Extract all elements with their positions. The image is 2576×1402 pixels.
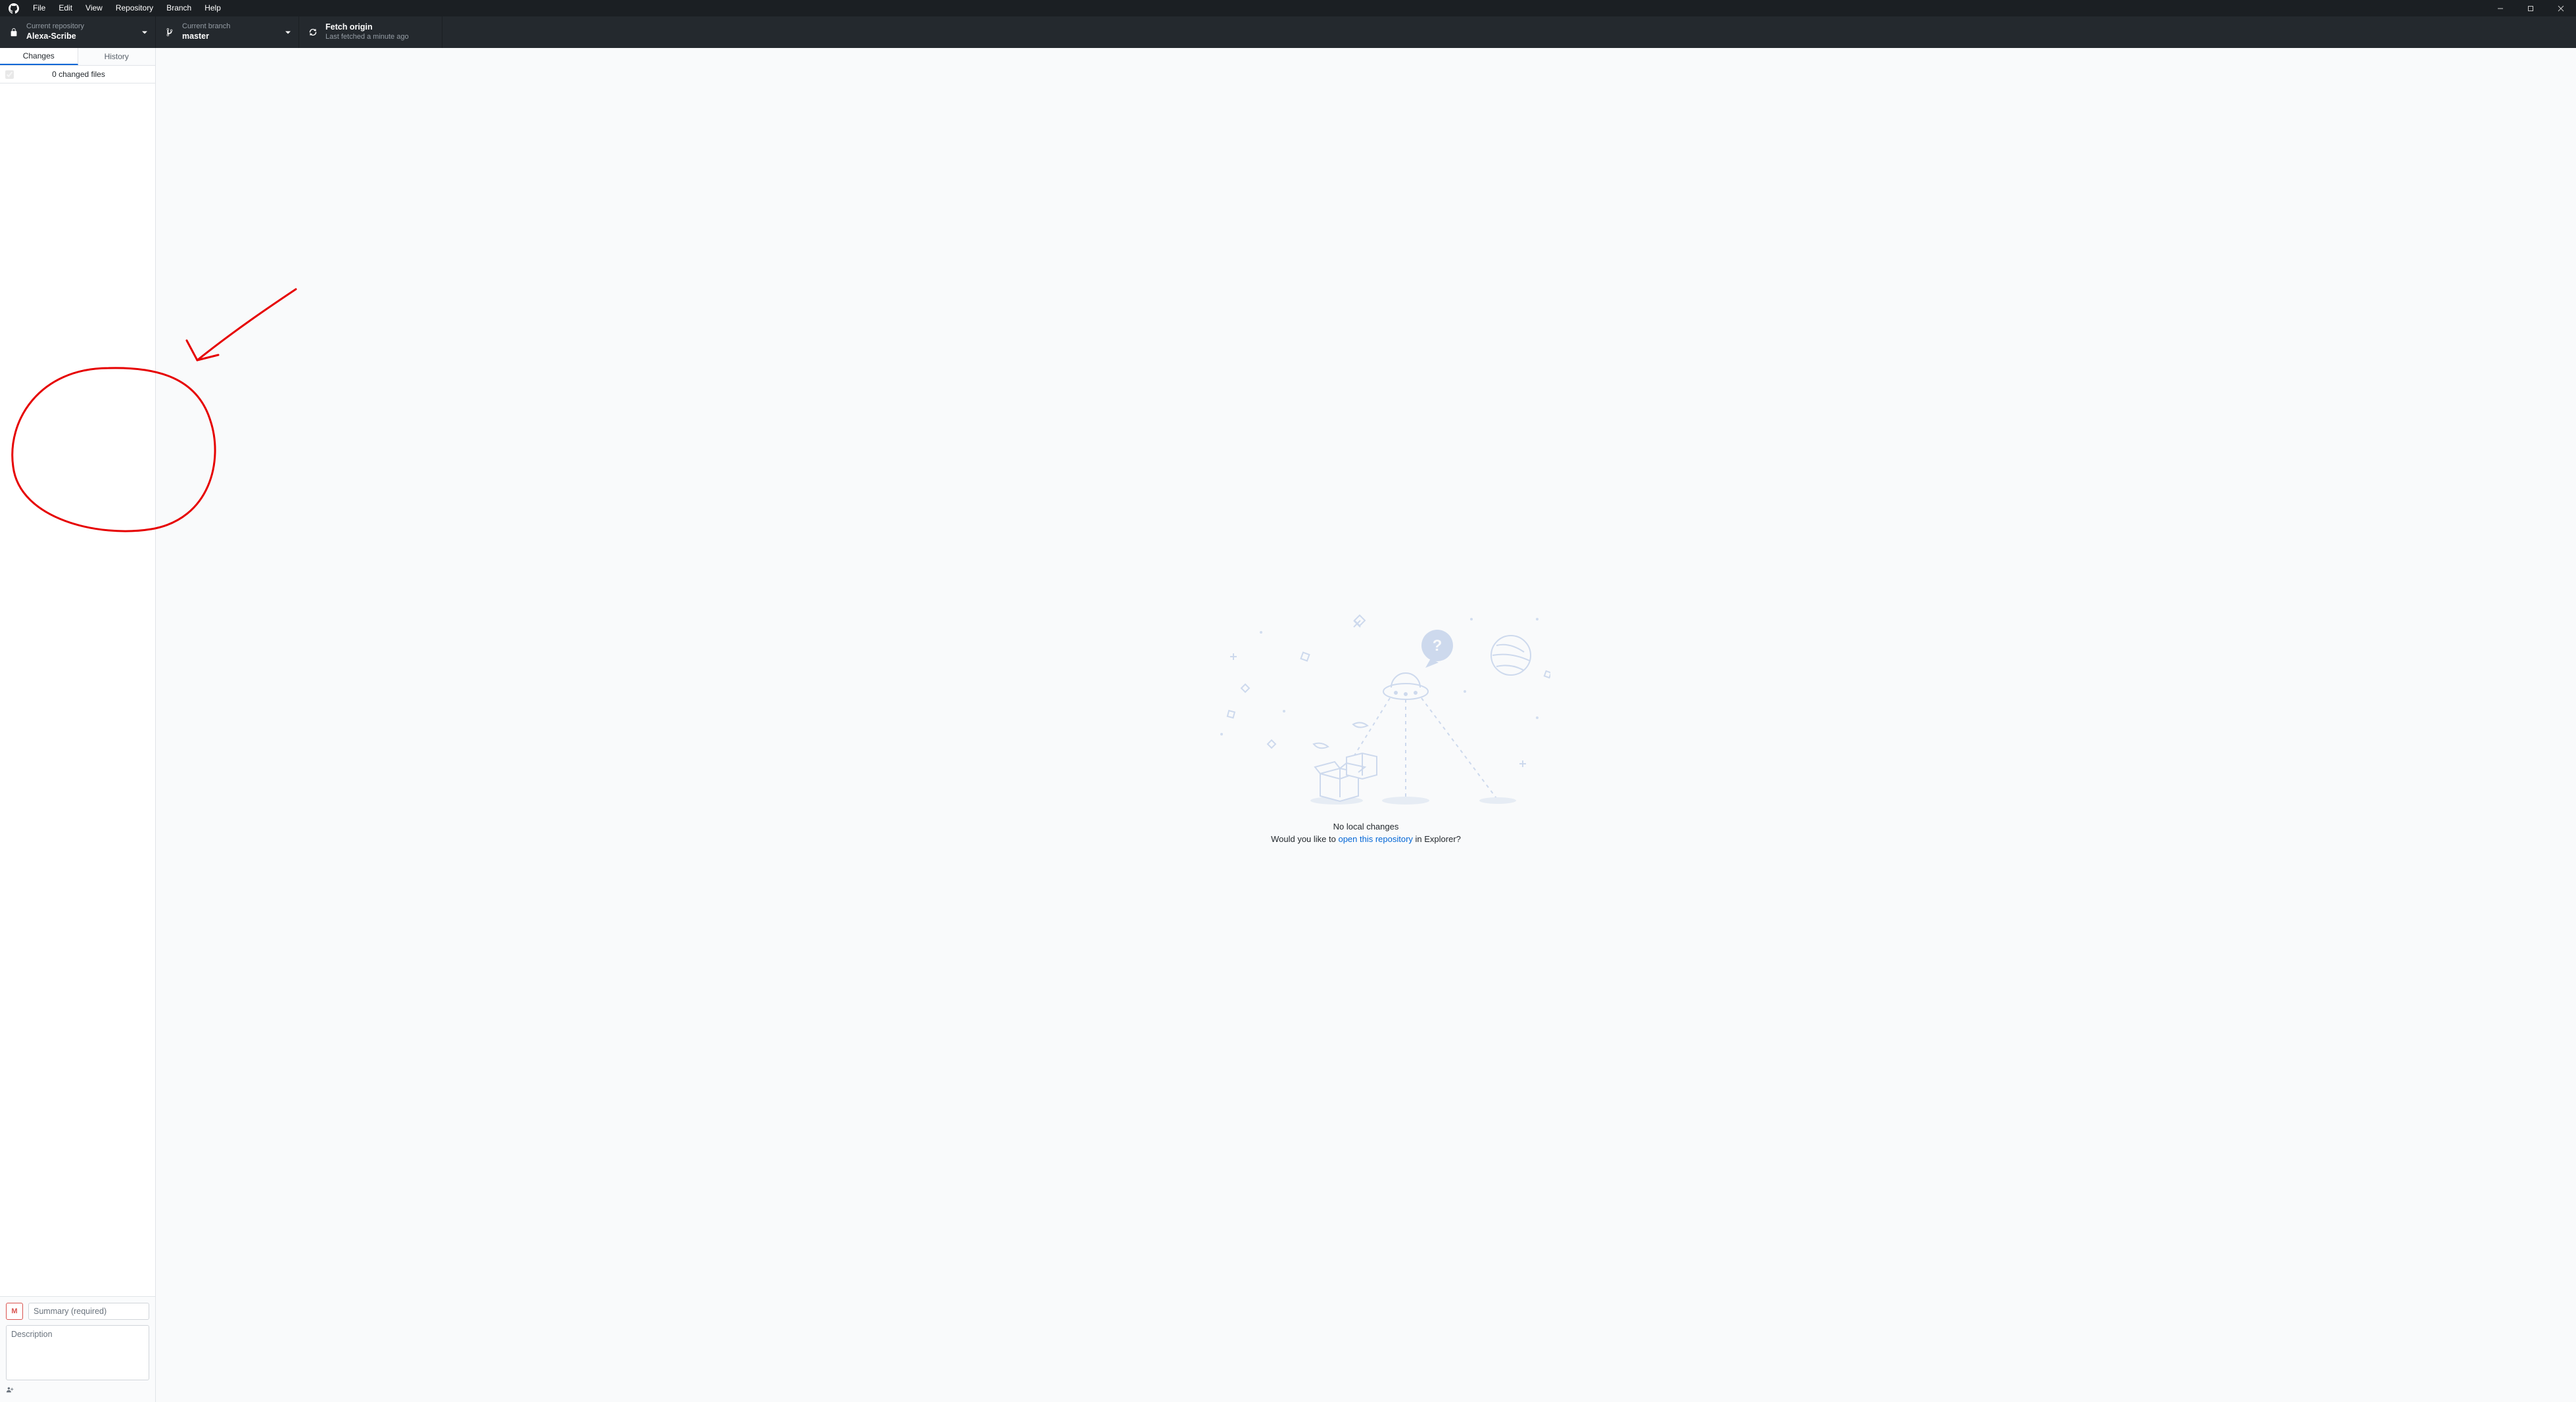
select-all-checkbox[interactable]	[5, 70, 14, 79]
caret-down-icon	[285, 28, 291, 37]
open-repository-link[interactable]: open this repository	[1338, 834, 1412, 844]
titlebar: File Edit View Repository Branch Help	[0, 0, 2576, 16]
svg-text:?: ?	[1432, 637, 1442, 655]
window-maximize-button[interactable]	[2516, 0, 2546, 16]
commit-description-input[interactable]	[6, 1325, 149, 1380]
menu-branch[interactable]: Branch	[160, 0, 198, 16]
current-repository-selector[interactable]: Current repository Alexa-Scribe	[0, 16, 156, 48]
commit-form: M	[0, 1296, 155, 1402]
menu-view[interactable]: View	[79, 0, 109, 16]
menu-bar: File Edit View Repository Branch Help	[26, 0, 227, 16]
user-avatar: M	[6, 1303, 23, 1320]
fetch-label: Fetch origin	[325, 22, 409, 33]
empty-illustration: ?	[1182, 606, 1550, 816]
add-coauthor-button[interactable]	[6, 1385, 149, 1396]
sidebar-tabs: Changes History	[0, 48, 155, 66]
tab-changes[interactable]: Changes	[0, 48, 78, 65]
main-panel: ?	[156, 48, 2576, 1402]
branch-name: master	[182, 32, 230, 42]
toolbar: Current repository Alexa-Scribe Current …	[0, 16, 2576, 48]
menu-file[interactable]: File	[26, 0, 52, 16]
menu-edit[interactable]: Edit	[52, 0, 79, 16]
commit-summary-input[interactable]	[28, 1303, 149, 1320]
empty-subtext: Would you like to open this repository i…	[1182, 834, 1550, 844]
menu-help[interactable]: Help	[198, 0, 227, 16]
fetch-origin-button[interactable]: Fetch origin Last fetched a minute ago	[299, 16, 442, 48]
git-branch-icon	[164, 28, 176, 37]
caret-down-icon	[142, 28, 147, 37]
changes-header: 0 changed files	[0, 66, 155, 83]
empty-sub-prefix: Would you like to	[1271, 834, 1338, 844]
empty-sub-suffix: in Explorer?	[1413, 834, 1461, 844]
tab-history[interactable]: History	[78, 48, 156, 65]
fetch-sub: Last fetched a minute ago	[325, 33, 409, 42]
window-controls	[2485, 0, 2576, 16]
changes-list	[0, 83, 155, 1296]
branch-label: Current branch	[182, 22, 230, 32]
repo-label: Current repository	[26, 22, 84, 32]
sidebar: Changes History 0 changed files M	[0, 48, 156, 1402]
window-minimize-button[interactable]	[2485, 0, 2516, 16]
window-close-button[interactable]	[2546, 0, 2576, 16]
sync-icon	[307, 28, 319, 37]
changed-files-count: 0 changed files	[7, 70, 150, 79]
empty-state: ?	[1182, 606, 1550, 844]
lock-icon	[8, 28, 20, 37]
menu-repository[interactable]: Repository	[109, 0, 160, 16]
repo-name: Alexa-Scribe	[26, 32, 84, 42]
current-branch-selector[interactable]: Current branch master	[156, 16, 299, 48]
empty-headline: No local changes	[1182, 822, 1550, 831]
github-logo-icon	[8, 3, 20, 14]
